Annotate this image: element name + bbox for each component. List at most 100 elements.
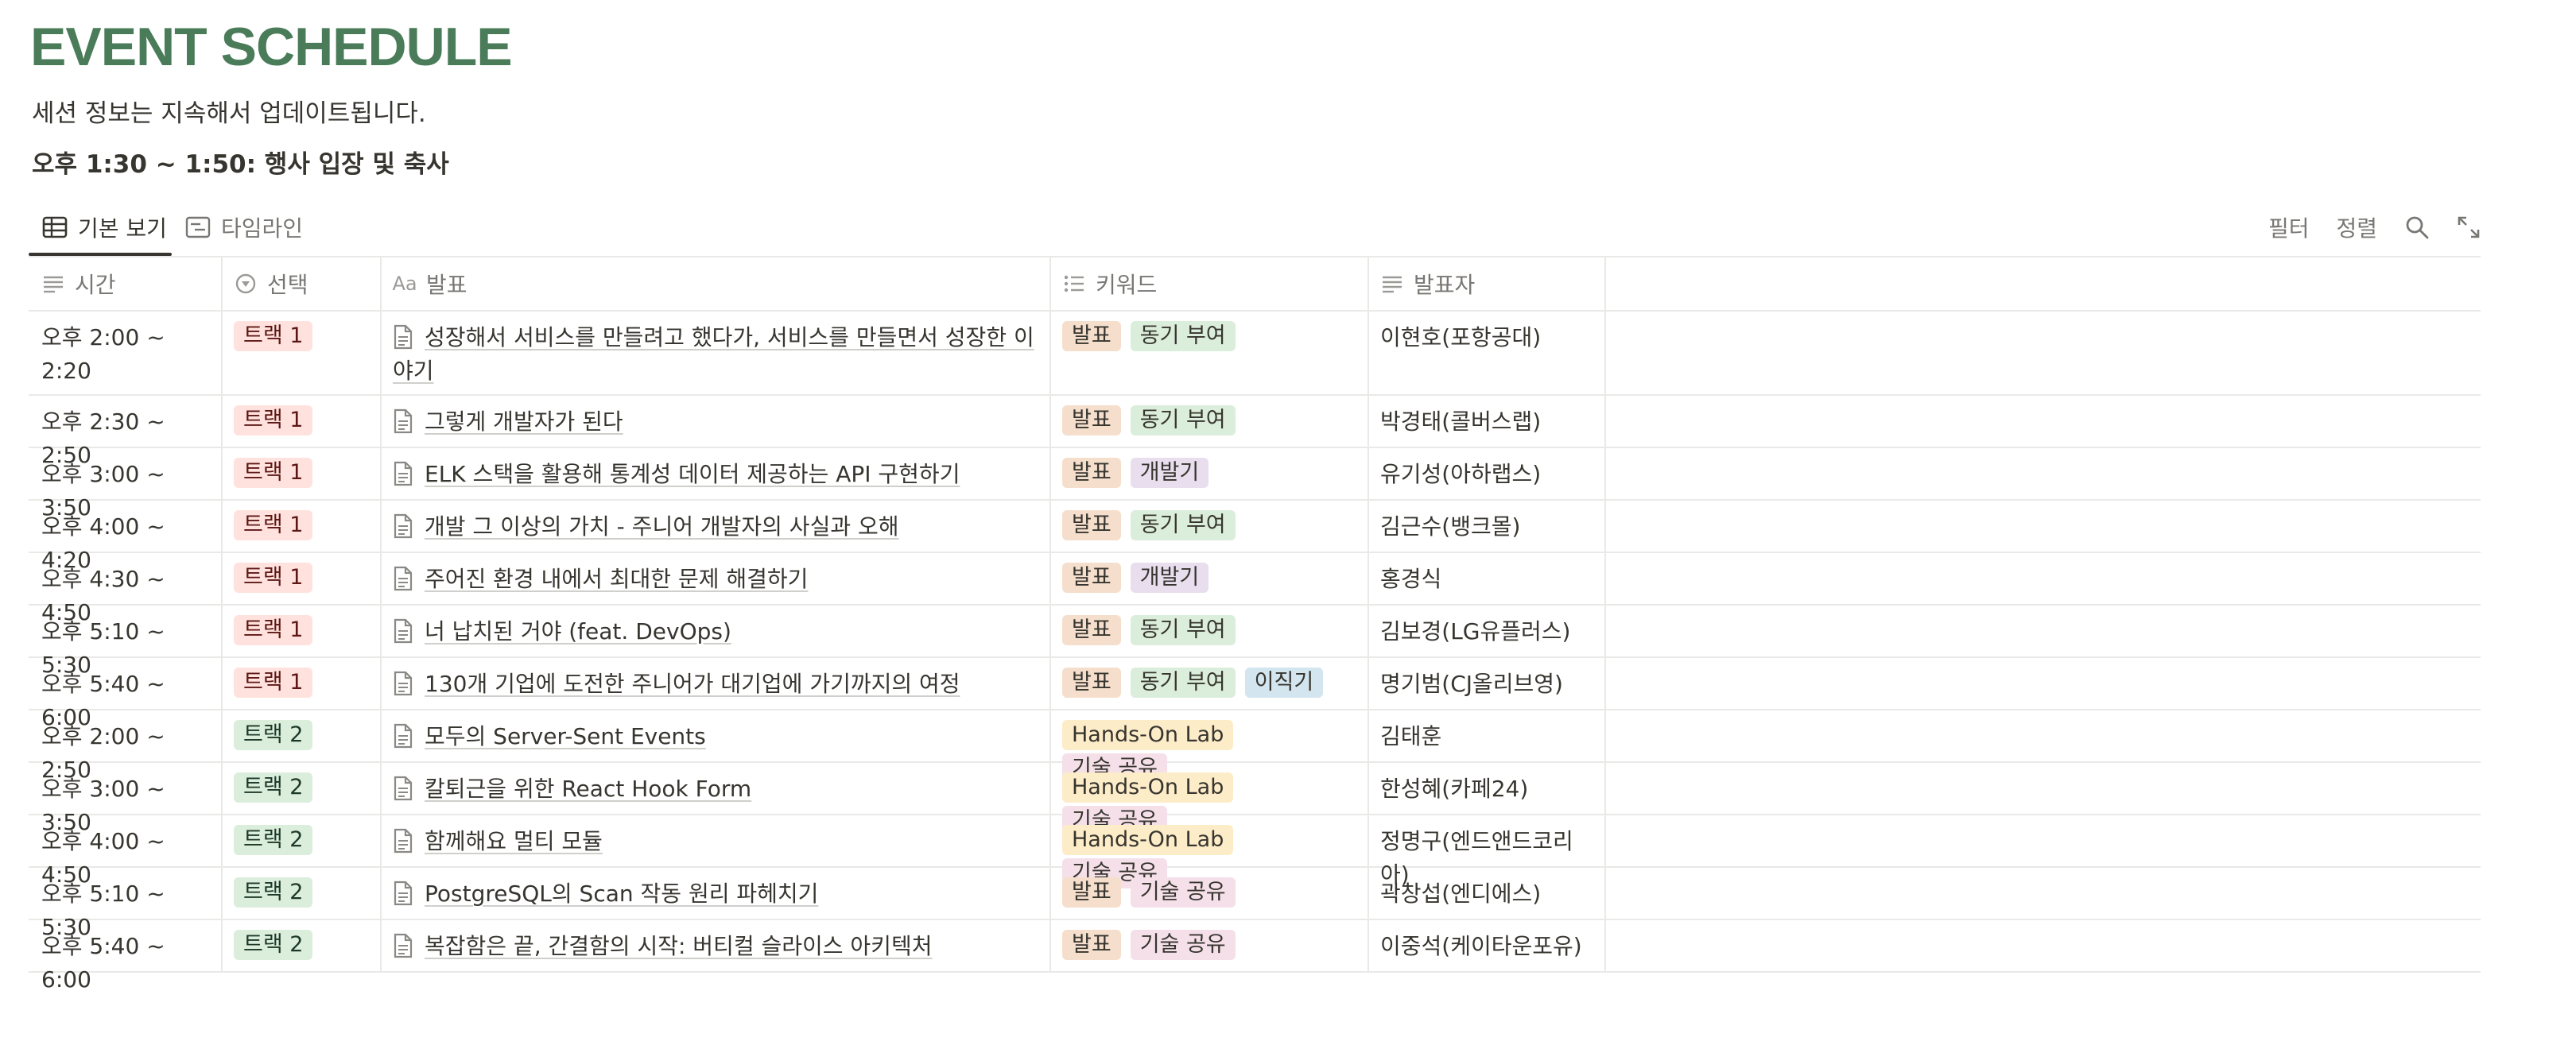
keyword-cell[interactable]: 발표 동기 부여 xyxy=(1051,312,1369,394)
keyword-cell[interactable]: 발표 동기 부여 xyxy=(1051,501,1369,552)
keyword-cell[interactable]: 발표 개발기 xyxy=(1051,448,1369,499)
track-cell[interactable]: 트랙 1 xyxy=(223,448,382,499)
page-document-icon xyxy=(393,671,413,696)
session-title-link[interactable]: 성장해서 서비스를 만들려고 했다가, 서비스를 만들면서 성장한 이야기 xyxy=(393,324,1034,384)
session-title-link[interactable]: 그렇게 개발자가 된다 xyxy=(425,408,623,435)
column-header-title[interactable]: Aa 발표 xyxy=(382,257,1051,310)
session-title-cell[interactable]: 성장해서 서비스를 만들려고 했다가, 서비스를 만들면서 성장한 이야기 xyxy=(382,312,1051,394)
table-row[interactable]: 오후 4:30 ~ 4:50 트랙 1 주어진 환경 내에서 최대한 문제 해결하기… xyxy=(29,553,2481,625)
keyword-cell[interactable]: 발표 동기 부여 이직기 xyxy=(1051,658,1369,709)
keyword-tag: 발표 xyxy=(1062,877,1121,908)
keyword-cell[interactable]: Hands-On Lab기술 공유 xyxy=(1051,763,1369,836)
table-row[interactable]: 오후 2:00 ~ 2:20 트랙 1 성장해서 서비스를 만들려고 했다가, 서비… xyxy=(29,312,2481,396)
empty-cell xyxy=(1606,396,2481,447)
table-row[interactable]: 오후 3:00 ~ 3:50 트랙 2 칼퇴근을 위한 React Hook For… xyxy=(29,763,2481,836)
table-row[interactable]: 오후 3:00 ~ 3:50 트랙 1 ELK 스택을 활용해 통계성 데이터 제공… xyxy=(29,448,2481,521)
track-cell[interactable]: 트랙 2 xyxy=(223,763,382,814)
search-icon[interactable] xyxy=(2404,215,2430,240)
keyword-tag: 기술 공유 xyxy=(1130,877,1236,908)
speaker-cell: 김근수(뱅크몰) xyxy=(1369,501,1606,552)
keyword-cell[interactable]: 발표 동기 부여 xyxy=(1051,396,1369,447)
table-row[interactable]: 오후 5:10 ~ 5:30 트랙 2 PostgreSQL의 Scan 작동 원리… xyxy=(29,868,2481,940)
table-row[interactable]: 오후 2:30 ~ 2:50 트랙 1 그렇게 개발자가 된다 발표 동기 부여 박경태(… xyxy=(29,396,2481,468)
track-cell[interactable]: 트랙 1 xyxy=(223,501,382,552)
speaker-cell: 박경태(콜버스랩) xyxy=(1369,396,1606,447)
tab-label: 기본 보기 xyxy=(78,215,167,242)
column-header-time[interactable]: 시간 xyxy=(29,257,223,310)
keyword-tag: 개발기 xyxy=(1130,458,1209,488)
keyword-tag: Hands-On Lab xyxy=(1062,825,1234,855)
timeline-icon xyxy=(184,214,211,241)
session-title-cell[interactable]: 그렇게 개발자가 된다 xyxy=(382,396,1051,447)
empty-cell xyxy=(1606,606,2481,656)
keyword-cell[interactable]: 발표 개발기 xyxy=(1051,553,1369,604)
session-title-cell[interactable]: 개발 그 이상의 가치 - 주니어 개발자의 사실과 오해 xyxy=(382,501,1051,552)
keyword-cell[interactable]: 발표 동기 부여 xyxy=(1051,606,1369,656)
session-title-link[interactable]: PostgreSQL의 Scan 작동 원리 파헤치기 xyxy=(425,881,818,907)
session-title-link[interactable]: 칼퇴근을 위한 React Hook Form xyxy=(425,776,751,802)
keyword-cell[interactable]: Hands-On Lab기술 공유 xyxy=(1051,710,1369,784)
speaker-cell: 유기성(아하랩스) xyxy=(1369,448,1606,499)
page-document-icon xyxy=(393,776,413,801)
table-row[interactable]: 오후 5:10 ~ 5:30 트랙 1 너 납치된 거야 (feat. DevOps… xyxy=(29,606,2481,678)
page-document-icon xyxy=(393,723,413,749)
session-title-link[interactable]: 복잡함은 끝, 간결함의 시작: 버티컬 슬라이스 아키텍처 xyxy=(425,933,932,959)
session-title-cell[interactable]: 모두의 Server-Sent Events xyxy=(382,710,1051,761)
session-title-cell[interactable]: 복잡함은 끝, 간결함의 시작: 버티컬 슬라이스 아키텍처 xyxy=(382,920,1051,971)
page-title: EVENT SCHEDULE xyxy=(30,17,513,77)
column-header-select[interactable]: 선택 xyxy=(223,257,382,310)
sort-button[interactable]: 정렬 xyxy=(2336,211,2377,243)
time-cell: 오후 5:10 ~ 5:30 xyxy=(29,868,223,940)
track-cell[interactable]: 트랙 1 xyxy=(223,553,382,604)
time-cell: 오후 4:00 ~ 4:50 xyxy=(29,815,223,888)
time-cell: 오후 5:40 ~ 6:00 xyxy=(29,658,223,730)
table-row[interactable]: 오후 5:40 ~ 6:00 트랙 1 130개 기업에 도전한 주니어가 대기업에… xyxy=(29,658,2481,730)
tab-default-view[interactable]: 기본 보기 xyxy=(41,200,167,254)
table-row[interactable]: 오후 4:00 ~ 4:50 트랙 2 함께해요 멀티 모듈 Hands-On Lab… xyxy=(29,815,2481,888)
expand-icon[interactable] xyxy=(2457,215,2481,239)
time-cell: 오후 5:40 ~ 6:00 xyxy=(29,920,223,993)
session-title-link[interactable]: 함께해요 멀티 모듈 xyxy=(425,828,603,854)
track-tag: 트랙 2 xyxy=(234,720,313,750)
keyword-cell[interactable]: 발표 기술 공유 xyxy=(1051,920,1369,971)
session-title-cell[interactable]: 칼퇴근을 위한 React Hook Form xyxy=(382,763,1051,814)
table-row[interactable]: 오후 4:00 ~ 4:20 트랙 1 개발 그 이상의 가치 - 주니어 개발자의… xyxy=(29,501,2481,573)
track-cell[interactable]: 트랙 1 xyxy=(223,396,382,447)
session-title-link[interactable]: 130개 기업에 도전한 주니어가 대기업에 가기까지의 여정 xyxy=(425,671,960,697)
track-cell[interactable]: 트랙 1 xyxy=(223,312,382,394)
keyword-tag: Hands-On Lab xyxy=(1062,772,1234,803)
session-title-cell[interactable]: 너 납치된 거야 (feat. DevOps) xyxy=(382,606,1051,656)
session-title-link[interactable]: ELK 스택을 활용해 통계성 데이터 제공하는 API 구현하기 xyxy=(425,461,960,487)
session-title-cell[interactable]: ELK 스택을 활용해 통계성 데이터 제공하는 API 구현하기 xyxy=(382,448,1051,499)
track-cell[interactable]: 트랙 1 xyxy=(223,658,382,709)
track-cell[interactable]: 트랙 1 xyxy=(223,606,382,656)
keyword-tag: 동기 부여 xyxy=(1130,405,1236,435)
table-row[interactable]: 오후 5:40 ~ 6:00 트랙 2 복잡함은 끝, 간결함의 시작: 버티컬 슬… xyxy=(29,920,2481,993)
table-body: 오후 2:00 ~ 2:20 트랙 1 성장해서 서비스를 만들려고 했다가, 서비… xyxy=(29,312,2481,993)
session-title-link[interactable]: 너 납치된 거야 (feat. DevOps) xyxy=(425,618,731,644)
session-title-cell[interactable]: PostgreSQL의 Scan 작동 원리 파헤치기 xyxy=(382,868,1051,919)
table-row[interactable]: 오후 2:00 ~ 2:50 트랙 2 모두의 Server-Sent Events… xyxy=(29,710,2481,784)
empty-cell xyxy=(1606,763,2481,814)
column-header-speaker[interactable]: 발표자 xyxy=(1369,257,1606,310)
empty-cell xyxy=(1606,553,2481,604)
session-title-cell[interactable]: 함께해요 멀티 모듈 xyxy=(382,815,1051,866)
keyword-cell[interactable]: Hands-On Lab기술 공유 xyxy=(1051,815,1369,888)
session-title-link[interactable]: 주어진 환경 내에서 최대한 문제 해결하기 xyxy=(425,566,808,592)
session-title-cell[interactable]: 130개 기업에 도전한 주니어가 대기업에 가기까지의 여정 xyxy=(382,658,1051,709)
tab-timeline[interactable]: 타임라인 xyxy=(184,200,303,254)
filter-button[interactable]: 필터 xyxy=(2268,211,2310,243)
track-cell[interactable]: 트랙 2 xyxy=(223,815,382,866)
track-cell[interactable]: 트랙 2 xyxy=(223,710,382,761)
time-cell: 오후 4:00 ~ 4:20 xyxy=(29,501,223,573)
keyword-tag: 발표 xyxy=(1062,615,1121,645)
session-title-cell[interactable]: 주어진 환경 내에서 최대한 문제 해결하기 xyxy=(382,553,1051,604)
keyword-cell[interactable]: 발표 기술 공유 xyxy=(1051,868,1369,919)
track-cell[interactable]: 트랙 2 xyxy=(223,868,382,919)
session-title-link[interactable]: 개발 그 이상의 가치 - 주니어 개발자의 사실과 오해 xyxy=(425,513,899,540)
speaker-cell: 이중석(케이타운포유) xyxy=(1369,920,1606,971)
column-header-keyword[interactable]: 키워드 xyxy=(1051,257,1369,310)
session-title-link[interactable]: 모두의 Server-Sent Events xyxy=(425,723,706,749)
track-cell[interactable]: 트랙 2 xyxy=(223,920,382,971)
text-lines-icon xyxy=(1380,272,1404,296)
